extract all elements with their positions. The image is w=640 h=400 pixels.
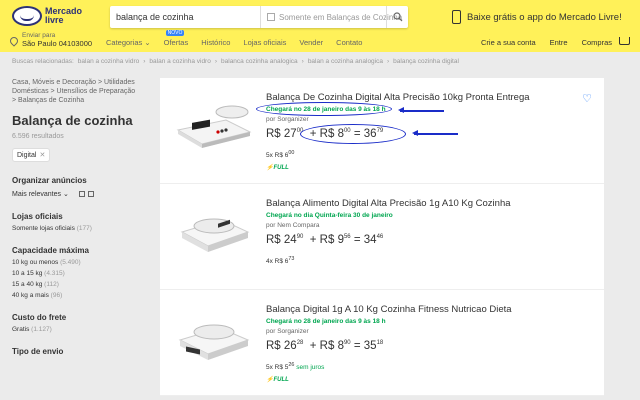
purchases-link[interactable]: Compras xyxy=(582,38,612,47)
location-value: São Paulo 04103000 xyxy=(22,39,93,48)
list-view-icon[interactable] xyxy=(78,191,85,197)
cart-icon[interactable] xyxy=(619,37,630,45)
create-account-link[interactable]: Crie a sua conta xyxy=(481,38,536,47)
app-promo[interactable]: Baixe grátis o app do Mercado Livre! xyxy=(452,10,622,24)
sort-dropdown[interactable]: Mais relevantes ⌄ xyxy=(12,190,69,198)
search-box: Somente em Balanças de Cozinha xyxy=(110,6,408,28)
search-button[interactable] xyxy=(386,6,408,28)
nav-categories[interactable]: Categorias ⌄ xyxy=(106,38,151,47)
handshake-icon xyxy=(12,6,42,26)
results-count: 6.596 resultados xyxy=(12,133,64,140)
location-pin-icon xyxy=(8,34,20,47)
annotation-arrow xyxy=(412,130,458,136)
chip-label: Digital xyxy=(17,151,37,159)
annotation-ellipse xyxy=(300,124,406,144)
nav-offers-label: Ofertas xyxy=(163,38,189,47)
full-badge: ⚡FULL xyxy=(266,165,289,171)
nav-contact[interactable]: Contato xyxy=(336,38,362,47)
nav-official-stores[interactable]: Lojas oficiais xyxy=(243,38,286,47)
seller-name: por Sorganizer xyxy=(266,328,309,335)
filter-capacity[interactable]: 10 kg ou menos (5.490) xyxy=(12,259,142,266)
mercado-livre-logo[interactable]: Mercado livre xyxy=(12,6,82,26)
breadcrumb[interactable]: Casa, Móveis e Decoração > Utilidades Do… xyxy=(12,78,137,105)
location-selector[interactable]: Enviar para São Paulo 04103000 xyxy=(8,32,93,49)
logo-line2: livre xyxy=(45,15,64,25)
filter-official-stores[interactable]: Somente lojas oficiais (177) xyxy=(12,225,142,232)
nav-sell[interactable]: Vender xyxy=(299,38,323,47)
capacity-title: Capacidade máxima xyxy=(12,246,89,255)
related-item[interactable]: balanca cozinha analogica xyxy=(221,58,298,65)
product-image[interactable] xyxy=(174,308,254,368)
official-only-label: Somente em Balanças de Cozinha xyxy=(279,12,403,22)
checkbox-icon xyxy=(267,13,275,21)
account-nav: Crie a sua conta Entre Compras xyxy=(467,38,612,47)
search-input[interactable] xyxy=(116,9,256,25)
login-link[interactable]: Entre xyxy=(550,38,568,47)
list-item[interactable]: Balança Digital 1g A 10 Kg Cozinha Fitne… xyxy=(160,290,604,396)
organize-title: Organizar anúncios xyxy=(12,176,87,185)
annotation-arrow xyxy=(398,107,444,113)
filter-capacity[interactable]: 15 a 40 kg (112) xyxy=(12,281,142,288)
annotation-ellipse xyxy=(256,102,392,116)
related-item[interactable]: balan a cozinha vidro xyxy=(149,58,210,65)
filter-capacity[interactable]: 40 kg a mais (96) xyxy=(12,292,142,299)
price: R$ 2490 + R$ 956 = 3446 xyxy=(266,234,384,246)
delivery-estimate: Chegará no 28 de janeiro das 9 às 18 h xyxy=(266,318,386,325)
close-icon[interactable]: ✕ xyxy=(39,151,45,159)
filters-sidebar: Casa, Móveis e Decoração > Utilidades Do… xyxy=(12,78,142,356)
price: R$ 2628 + R$ 890 = 3518 xyxy=(266,340,384,352)
installments: 5x R$ 600 xyxy=(266,150,295,160)
product-title[interactable]: Balança Digital 1g A 10 Kg Cozinha Fitne… xyxy=(266,304,512,315)
full-badge: ⚡FULL xyxy=(266,377,289,383)
related-item[interactable]: balan a cozinha analogica xyxy=(308,58,383,65)
shipping-type-title: Tipo de envio xyxy=(12,347,64,356)
search-icon xyxy=(392,12,402,22)
freight-title: Custo do frete xyxy=(12,313,67,322)
nav-offers[interactable]: NOVO Ofertas xyxy=(163,30,189,47)
header: Mercado livre Somente em Balanças de Coz… xyxy=(0,0,640,52)
main-nav: Categorias ⌄ NOVO Ofertas Histórico Lojas… xyxy=(106,30,375,47)
heart-icon[interactable]: ♡ xyxy=(582,92,592,105)
results-list: Balança De Cozinha Digital Alta Precisão… xyxy=(160,78,604,396)
list-item[interactable]: Balança De Cozinha Digital Alta Precisão… xyxy=(160,78,604,184)
delivery-estimate: Chegará no dia Quinta-feira 30 de janeir… xyxy=(266,212,393,219)
official-only-checkbox[interactable]: Somente em Balanças de Cozinha xyxy=(260,6,402,28)
product-image[interactable] xyxy=(174,202,254,262)
filter-chip-digital[interactable]: Digital ✕ xyxy=(12,148,51,162)
installments: 4x R$ 673 xyxy=(266,256,295,266)
nav-history[interactable]: Histórico xyxy=(201,38,230,47)
stores-title: Lojas oficiais xyxy=(12,212,63,221)
product-image[interactable] xyxy=(174,96,254,156)
installments: 5x R$ 526 sem juros xyxy=(266,362,325,372)
phone-icon xyxy=(452,10,461,24)
related-item[interactable]: balança cozinha digital xyxy=(393,58,459,65)
novo-badge: NOVO xyxy=(165,30,185,36)
grid-view-icon[interactable] xyxy=(87,191,94,197)
related-item[interactable]: balan a cozinha vidro xyxy=(78,58,139,65)
seller-name: por Nem Compara xyxy=(266,222,320,229)
page-title: Balança de cozinha xyxy=(12,113,133,128)
filter-free-shipping[interactable]: Gratis (1.127) xyxy=(12,326,142,333)
filter-capacity[interactable]: 10 a 15 kg (4.315) xyxy=(12,270,142,277)
seller-name: por Sorganizer xyxy=(266,116,309,123)
related-label: Buscas relacionadas: xyxy=(12,58,74,65)
product-title[interactable]: Balança Alimento Digital Alta Precisão 1… xyxy=(266,198,511,209)
list-item[interactable]: Balança Alimento Digital Alta Precisão 1… xyxy=(160,184,604,290)
app-promo-label: Baixe grátis o app do Mercado Livre! xyxy=(467,11,622,23)
related-searches: Buscas relacionadas: balan a cozinha vid… xyxy=(12,58,459,65)
